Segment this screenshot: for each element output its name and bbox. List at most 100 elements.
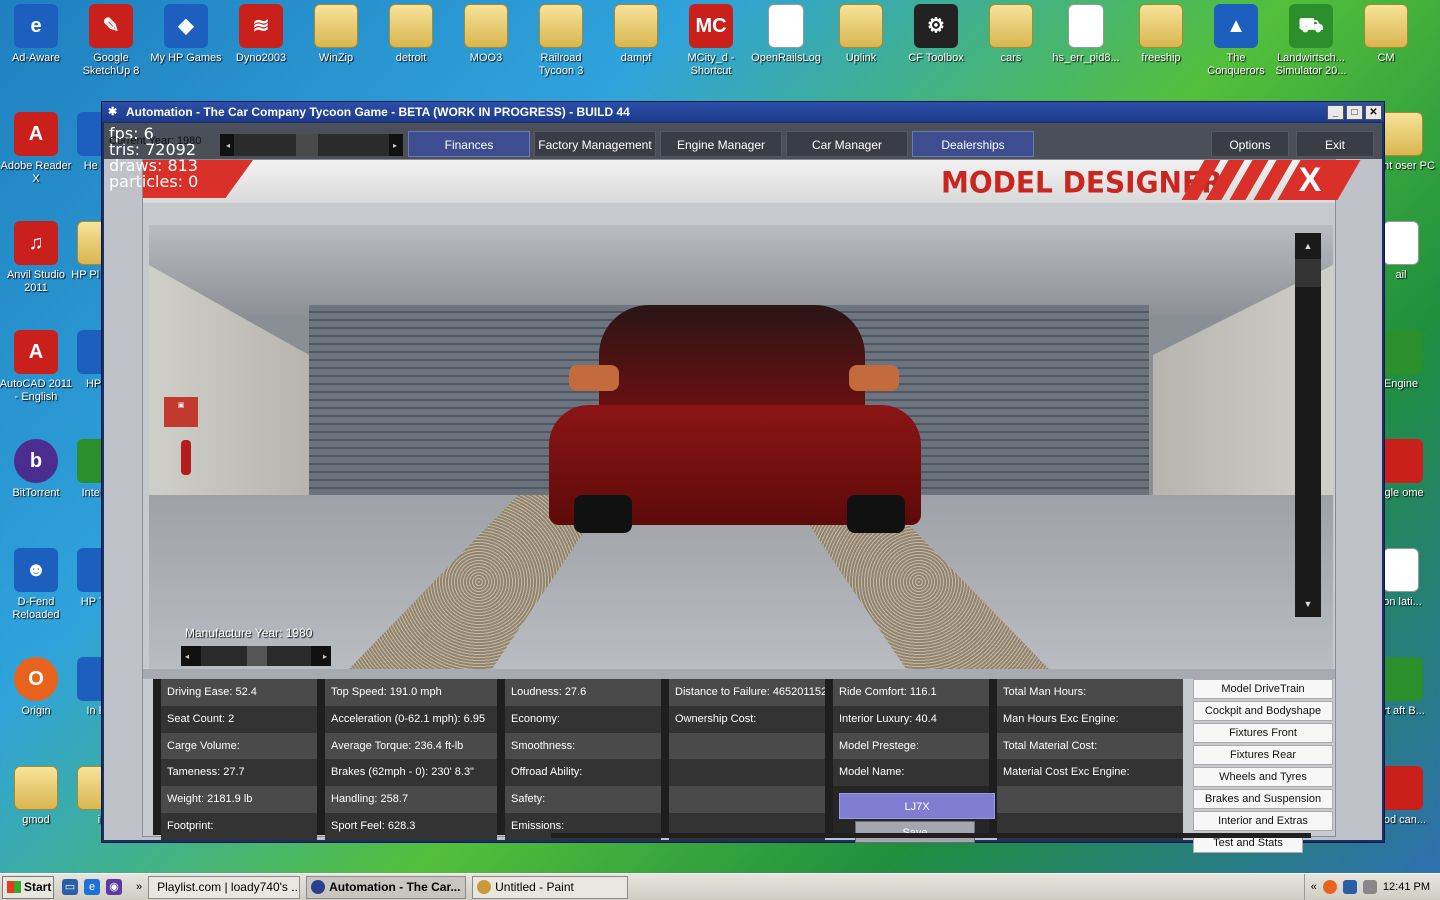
desktop-icon-label: Origin	[21, 705, 51, 717]
internet-explorer-icon[interactable]: e	[84, 879, 100, 895]
show-desktop-icon[interactable]: ▭	[62, 879, 78, 895]
desktop-icon[interactable]: Uplink	[822, 4, 900, 65]
desktop-icon[interactable]: MOO3	[447, 4, 525, 65]
scroll-thumb[interactable]	[1295, 259, 1321, 287]
scroll-up-arrow[interactable]: ▲	[1295, 233, 1321, 259]
fire-sign: ▣	[164, 397, 198, 427]
window-title: Automation - The Car Company Tycoon Game…	[126, 105, 630, 119]
panel-horizontal-scrollbar[interactable]	[551, 833, 1311, 838]
nav-factory-management-button[interactable]: Factory Management	[534, 131, 656, 157]
tray-chevron[interactable]: «	[1311, 881, 1317, 893]
taskbar: Start ▭ e ◉ » Playlist.com | loady740's …	[0, 873, 1440, 900]
mfg-slider-right-arrow[interactable]: ▸	[323, 652, 327, 661]
desktop-icon-label: Adobe Reader X	[0, 160, 72, 185]
window-titlebar[interactable]: ✱ Automation - The Car Company Tycoon Ga…	[102, 102, 1384, 122]
designer-menu-item[interactable]: Interior and Extras	[1193, 811, 1333, 831]
origin-tray-icon[interactable]	[1322, 880, 1337, 894]
save-button[interactable]: Save	[855, 821, 975, 843]
maximize-button[interactable]: □	[1346, 104, 1363, 120]
stat-row	[997, 786, 1183, 813]
year-slider-track[interactable]	[234, 134, 389, 156]
task-label: Automation - The Car...	[329, 879, 461, 894]
volume-tray-icon[interactable]	[1362, 880, 1377, 894]
taskbar-task-button[interactable]: Playlist.com | loady740's ...	[148, 875, 301, 899]
quick-launch: ▭ e ◉	[62, 879, 122, 895]
designer-menu-item[interactable]: Fixtures Rear	[1193, 745, 1333, 765]
mfg-slider-left-arrow[interactable]: ◂	[185, 652, 189, 661]
desktop-icon[interactable]: A AutoCAD 2011 - English	[0, 330, 75, 404]
options-button[interactable]: Options	[1211, 131, 1289, 157]
taskbar-task-button[interactable]: Automation - The Car...	[306, 875, 467, 899]
nav-car-manager-button[interactable]: Car Manager	[786, 131, 908, 157]
desktop-icon[interactable]: WinZip	[297, 4, 375, 65]
desktop-icon-label: hs_err_pid8...	[1052, 52, 1120, 64]
viewport-scrollbar[interactable]: ▲ ▼	[1295, 233, 1321, 617]
minimize-button[interactable]: _	[1327, 104, 1344, 120]
desktop-icon[interactable]: ✎ Google SketchUp 8	[72, 4, 150, 78]
desktop-icon[interactable]: hs_err_pid8...	[1047, 4, 1125, 65]
year-slider-thumb[interactable]	[296, 134, 319, 156]
desktop-icon[interactable]: CM	[1347, 4, 1425, 65]
windows-flag-icon	[7, 881, 21, 893]
desktop-icon[interactable]: b BitTorrent	[0, 439, 75, 500]
car-wheel-left	[574, 495, 632, 533]
year-slider[interactable]: ◂ ▸	[220, 134, 403, 156]
desktop-icon[interactable]: gmod	[0, 766, 75, 827]
stats-column-1: Driving Ease: 52.4 Seat Count: 2 Carge Vol…	[161, 679, 317, 840]
desktop-icon[interactable]: ≋ Dyno2003	[222, 4, 300, 65]
app-icon: ♫	[14, 221, 58, 265]
document-icon	[768, 4, 804, 48]
panel-close-button[interactable]: X	[1295, 162, 1325, 198]
mfg-slider-thumb[interactable]	[247, 646, 267, 666]
desktop-icon-label: Railroad Tycoon 3	[538, 52, 584, 77]
taskbar-task-button[interactable]: Untitled - Paint	[472, 875, 629, 899]
designer-menu-item[interactable]: Cockpit and Bodyshape	[1193, 701, 1333, 721]
nav-engine-manager-button[interactable]: Engine Manager	[660, 131, 782, 157]
start-button[interactable]: Start	[2, 875, 54, 899]
car-3d-viewport[interactable]: ▣ ▲ ▼ Manufacture Year: 1980 ◂ ▸	[149, 225, 1333, 669]
model-name-input[interactable]: LJ7X	[839, 793, 995, 819]
desktop-icon[interactable]: ⚙ CF Toolbox	[897, 4, 975, 65]
desktop-icon[interactable]: Railroad Tycoon 3	[522, 4, 600, 78]
desktop-icon[interactable]: cars	[972, 4, 1050, 65]
desktop-icon[interactable]: detroit	[372, 4, 450, 65]
desktop-icon[interactable]: A Adobe Reader X	[0, 112, 75, 186]
desktop-icon-label: Google SketchUp 8	[82, 52, 140, 77]
stat-row: Footprint:	[161, 812, 317, 840]
designer-menu-item[interactable]: Brakes and Suspension	[1193, 789, 1333, 809]
designer-menu-item[interactable]: Model DriveTrain	[1193, 679, 1333, 699]
stat-row: Sport Feel: 628.3	[325, 812, 497, 840]
desktop-icon[interactable]: ⛟ Landwirtsch... Simulator 20...	[1272, 4, 1350, 78]
desktop-icon[interactable]: OpenRailsLog	[747, 4, 825, 65]
desktop-icon[interactable]: ▲ The Conquerors	[1197, 4, 1275, 78]
stat-row: Distance to Failure: 465201152 km	[669, 679, 825, 706]
desktop-icon[interactable]: MC MCity_d - Shortcut	[672, 4, 750, 78]
nav-dealerships-button[interactable]: Dealerships	[912, 131, 1034, 157]
desktop-icon[interactable]: dampf	[597, 4, 675, 65]
year-slider-left-arrow[interactable]: ◂	[220, 141, 230, 150]
exit-button[interactable]: Exit	[1296, 131, 1374, 157]
car-taillight-left	[569, 365, 619, 391]
media-icon[interactable]: ◉	[106, 879, 122, 895]
desktop-icon-label: Uplink	[845, 52, 877, 64]
year-slider-right-arrow[interactable]: ▸	[393, 141, 403, 150]
designer-menu-item[interactable]: Fixtures Front	[1193, 723, 1333, 743]
desktop-icon[interactable]: ♫ Anvil Studio 2011	[0, 221, 75, 295]
desktop-icon[interactable]: ☻ D-Fend Reloaded	[0, 548, 75, 622]
manufacture-year-slider[interactable]: ◂ ▸	[181, 646, 331, 666]
stat-row: Loudness: 27.6	[505, 679, 661, 706]
task-label: Playlist.com | loady740's ...	[157, 879, 301, 894]
scroll-down-arrow[interactable]: ▼	[1295, 591, 1321, 617]
desktop-icon[interactable]: freeship	[1122, 4, 1200, 65]
window-close-button[interactable]: ✕	[1365, 104, 1382, 120]
network-tray-icon[interactable]	[1342, 880, 1357, 894]
stat-row: Weight: 2181.9 lb	[161, 786, 317, 813]
desktop-icon[interactable]: O Origin	[0, 657, 75, 718]
designer-menu-item[interactable]: Wheels and Tyres	[1193, 767, 1333, 787]
stat-row: Tameness: 27.7	[161, 759, 317, 787]
desktop-icon[interactable]: ◆ My HP Games	[147, 4, 225, 65]
desktop-icon[interactable]: e Ad-Aware	[0, 4, 75, 65]
app-icon: A	[14, 112, 58, 156]
nav-finances-button[interactable]: Finances	[408, 131, 530, 157]
folder-icon	[839, 4, 883, 48]
